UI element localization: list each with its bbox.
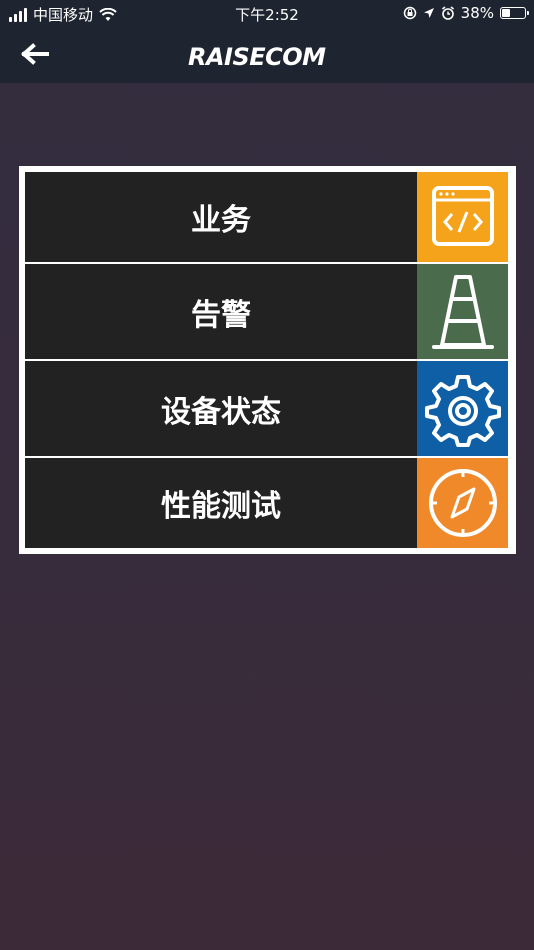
menu-item-label: 告警 xyxy=(25,264,417,359)
raisecom-logo: RAISECOM xyxy=(188,43,326,71)
compass-icon xyxy=(417,458,508,548)
battery-fill xyxy=(502,9,510,17)
menu-item-business[interactable]: 业务 xyxy=(25,172,508,262)
battery-percent: 38% xyxy=(460,4,494,22)
code-window-icon xyxy=(417,172,508,262)
menu-item-label: 业务 xyxy=(25,172,417,262)
main-menu: 业务 告警 设备状态 性能测试 xyxy=(19,166,516,554)
gear-icon xyxy=(417,361,508,456)
orientation-lock-icon xyxy=(403,6,416,20)
alarm-clock-icon xyxy=(441,6,454,20)
menu-item-device-status[interactable]: 设备状态 xyxy=(25,361,508,456)
menu-item-alarm[interactable]: 告警 xyxy=(25,264,508,359)
traffic-cone-icon xyxy=(417,264,508,359)
menu-item-label: 性能测试 xyxy=(25,458,417,548)
top-bar: 中国移动 下午2:52 38% RAISECOM xyxy=(0,0,534,83)
status-bar: 中国移动 下午2:52 38% xyxy=(0,0,534,28)
location-arrow-icon xyxy=(423,8,434,18)
battery-icon xyxy=(500,7,529,19)
menu-item-performance-test[interactable]: 性能测试 xyxy=(25,458,508,548)
menu-item-label: 设备状态 xyxy=(25,361,417,456)
back-arrow-icon[interactable] xyxy=(20,40,50,68)
